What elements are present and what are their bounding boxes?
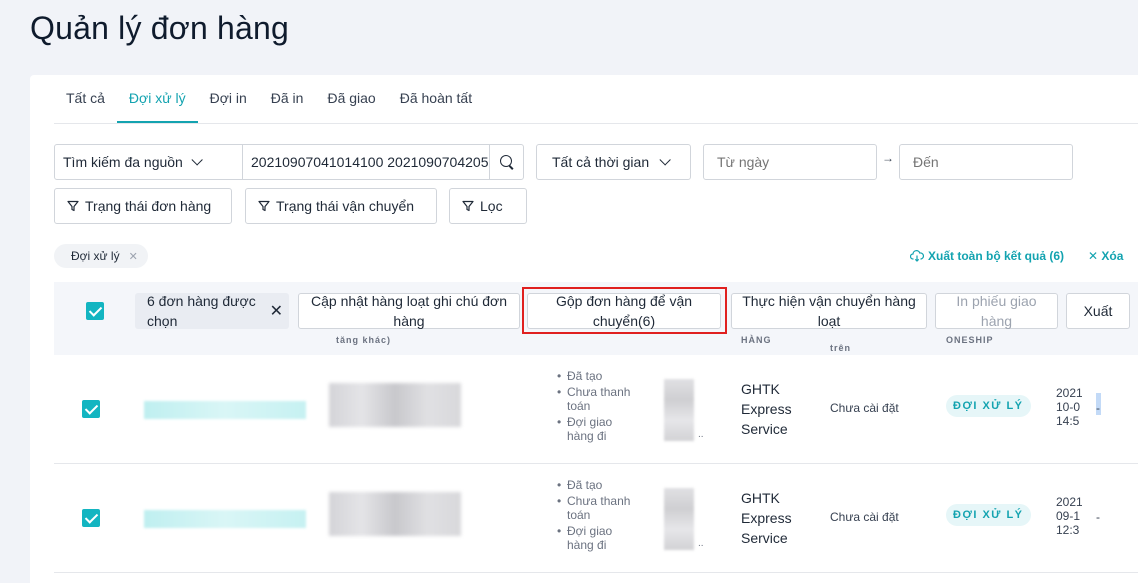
search-source-label: Tìm kiếm đa nguồn	[63, 154, 183, 170]
column-header-fragment: trên	[830, 343, 852, 353]
export-all-label: Xuất toàn bộ kết quả (6)	[928, 249, 1065, 263]
created-date: 2021- 09-1 12:3	[1056, 495, 1082, 537]
carrier-line: Service	[741, 530, 788, 546]
table-row[interactable]: Đã tạo Chưa thanh toán Đợi giao hàng đi …	[54, 464, 1138, 573]
filter-button[interactable]: Lọc	[449, 188, 527, 224]
search-source-select[interactable]: Tìm kiếm đa nguồn	[55, 145, 243, 179]
empty-value: -	[1096, 401, 1100, 415]
blurred-order-id	[144, 510, 306, 528]
date-from-input[interactable]	[703, 144, 877, 180]
date-line: 2021-	[1056, 386, 1082, 400]
table-row[interactable]	[54, 573, 1138, 583]
blurred-product	[664, 488, 694, 550]
app-status: Chưa cài đặt	[830, 510, 899, 524]
blurred-dots: ..	[698, 429, 704, 440]
filter-icon	[462, 200, 474, 212]
order-tabs: Tất cả Đợi xử lý Đợi in Đã in Đã giao Đã…	[54, 75, 484, 123]
cloud-download-icon	[910, 250, 924, 262]
time-range-label: Tất cả thời gian	[552, 154, 650, 170]
status-item: Chưa thanh toán	[556, 494, 636, 522]
status-badge: ĐỢI XỬ LÝ	[946, 504, 1031, 526]
filter-icon	[258, 200, 270, 212]
export-button[interactable]: Xuất	[1066, 293, 1130, 329]
print-slip-button[interactable]: In phiếu giao hàng	[935, 293, 1058, 329]
created-date: 2021- 10-0 14:5	[1056, 386, 1082, 428]
app-status: Chưa cài đặt	[830, 401, 899, 415]
chevron-down-icon	[659, 154, 671, 166]
status-list: Đã tạo Chưa thanh toán Đợi giao hàng đi	[556, 478, 636, 554]
export-all-link[interactable]: Xuất toàn bộ kết quả (6)	[910, 249, 1064, 263]
tab-waiting-print[interactable]: Đợi in	[198, 75, 259, 123]
status-item: Chưa thanh toán	[556, 385, 636, 413]
highlight-box	[522, 287, 727, 334]
search-icon	[499, 155, 514, 169]
select-all-checkbox[interactable]	[86, 302, 104, 320]
carrier-line: Express	[741, 401, 792, 417]
tab-all[interactable]: Tất cả	[54, 75, 117, 123]
bulk-action-bar: 6 đơn hàng được chọn ✕ Cập nhật hàng loạ…	[54, 282, 1138, 355]
column-header-fragment: HÀNG	[741, 335, 772, 345]
bulk-ship-button[interactable]: Thực hiện vận chuyển hàng loạt	[731, 293, 927, 329]
search-button[interactable]	[489, 145, 523, 179]
tab-completed[interactable]: Đã hoàn tất	[388, 75, 484, 123]
status-badge: ĐỢI XỬ LÝ	[946, 395, 1031, 417]
column-header-fragment: ONESHIP	[946, 335, 994, 345]
filter-label: Lọc	[480, 198, 503, 214]
tab-pending[interactable]: Đợi xử lý	[116, 75, 198, 123]
table-row[interactable]: Đã tạo Chưa thanh toán Đợi giao hàng đi …	[54, 355, 1138, 464]
date-line: 09-1	[1056, 509, 1081, 523]
date-line: 2021-	[1056, 495, 1082, 509]
close-icon[interactable]: ✕	[270, 302, 283, 322]
bulk-update-note-button[interactable]: Cập nhật hàng loạt ghi chú đơn hàng	[298, 293, 520, 329]
carrier-line: GHTK	[741, 381, 780, 397]
close-icon: ✕	[1088, 249, 1102, 263]
blurred-customer	[329, 492, 461, 536]
blurred-dots: ..	[698, 538, 704, 549]
status-item: Đã tạo	[556, 478, 636, 492]
shipping-status-filter-button[interactable]: Trạng thái vận chuyển	[245, 188, 437, 224]
clear-filters-link[interactable]: ✕ Xóa	[1088, 249, 1123, 263]
page-title: Quản lý đơn hàng	[30, 10, 290, 46]
carrier-line: Service	[741, 421, 788, 437]
search-group: Tìm kiếm đa nguồn	[54, 144, 524, 180]
order-status-filter-label: Trạng thái đơn hàng	[85, 198, 212, 214]
filter-icon	[67, 200, 79, 212]
carrier-name: GHTK Express Service	[741, 379, 792, 439]
close-icon[interactable]: ✕	[129, 250, 138, 263]
search-input[interactable]	[243, 145, 489, 179]
carrier-line: Express	[741, 510, 792, 526]
time-range-select[interactable]: Tất cả thời gian	[536, 144, 691, 180]
blurred-customer	[329, 383, 461, 427]
blurred-product	[664, 379, 694, 441]
status-item: Đợi giao hàng đi	[556, 415, 636, 443]
orders-card: Tất cả Đợi xử lý Đợi in Đã in Đã giao Đã…	[30, 75, 1138, 583]
active-filter-chip-label: Đợi xử lý	[71, 249, 120, 263]
arrow-right-icon: →	[882, 151, 894, 165]
column-header-fragment: tăng khác)	[336, 335, 392, 345]
tab-delivered[interactable]: Đã giao	[315, 75, 387, 123]
date-line: 14:5	[1056, 414, 1080, 428]
date-to-input[interactable]	[899, 144, 1073, 180]
chevron-down-icon	[191, 154, 203, 166]
row-checkbox[interactable]	[82, 509, 100, 527]
carrier-name: GHTK Express Service	[741, 488, 792, 548]
status-list: Đã tạo Chưa thanh toán Đợi giao hàng đi	[556, 369, 636, 445]
selected-count-label: 6 đơn hàng được chọn	[147, 293, 256, 329]
status-item: Đã tạo	[556, 369, 636, 383]
tabs-divider	[54, 123, 1138, 124]
status-item: Đợi giao hàng đi	[556, 524, 636, 552]
order-status-filter-button[interactable]: Trạng thái đơn hàng	[54, 188, 232, 224]
date-line: 10-0	[1056, 400, 1081, 414]
active-filter-chip: Đợi xử lý ✕	[54, 244, 148, 268]
tab-printed[interactable]: Đã in	[259, 75, 316, 123]
selected-count-chip: 6 đơn hàng được chọn ✕	[135, 293, 289, 329]
date-line: 12:3	[1056, 523, 1080, 537]
blurred-order-id	[144, 401, 306, 419]
empty-value: -	[1096, 510, 1100, 524]
carrier-line: GHTK	[741, 490, 780, 506]
row-checkbox[interactable]	[82, 400, 100, 418]
shipping-status-filter-label: Trạng thái vận chuyển	[276, 198, 415, 214]
clear-label: Xóa	[1101, 249, 1124, 263]
